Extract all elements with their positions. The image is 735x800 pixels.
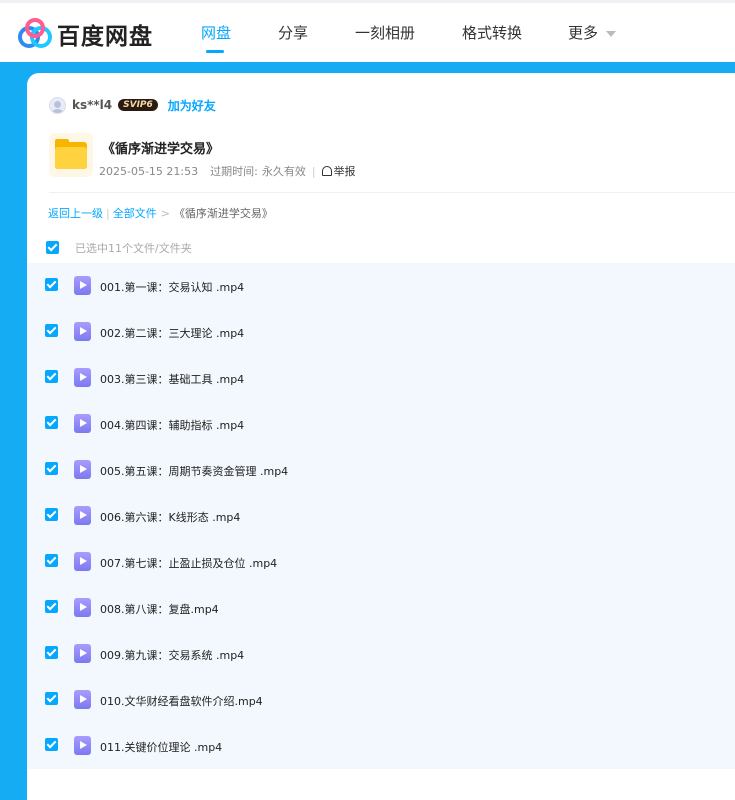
table-row[interactable]: 001.第一课：交易认知 .mp4 (27, 263, 735, 309)
file-name[interactable]: 006.第六课：K线形态 .mp4 (100, 509, 240, 525)
row-checkbox[interactable] (45, 462, 58, 475)
file-name[interactable]: 002.第二课：三大理论 .mp4 (100, 325, 244, 341)
table-row[interactable]: 011.关键价位理论 .mp4 (27, 723, 735, 769)
table-row[interactable]: 009.第九课：交易系统 .mp4 (27, 631, 735, 677)
row-checkbox[interactable] (45, 554, 58, 567)
share-title: 《循序渐进学交易》 (102, 142, 220, 157)
sharer-username[interactable]: ks**l4 (72, 98, 112, 112)
file-name[interactable]: 011.关键价位理论 .mp4 (100, 739, 222, 755)
row-checkbox[interactable] (45, 646, 58, 659)
table-row[interactable]: 008.第八课：复盘.mp4 (27, 585, 735, 631)
selection-count: 已选中11个文件/文件夹 (75, 242, 192, 255)
breadcrumb-back[interactable]: 返回上一级 (48, 207, 103, 220)
row-checkbox[interactable] (45, 324, 58, 337)
video-file-icon (74, 644, 91, 663)
row-checkbox[interactable] (45, 600, 58, 613)
file-name[interactable]: 007.第七课：止盈止损及仓位 .mp4 (100, 555, 277, 571)
logo-text: 百度网盘 (57, 24, 153, 50)
file-name[interactable]: 009.第九课：交易系统 .mp4 (100, 647, 244, 663)
avatar[interactable] (49, 96, 66, 114)
add-friend-link[interactable]: 加为好友 (168, 97, 216, 114)
baidu-netdisk-logo-icon (18, 18, 52, 48)
file-name[interactable]: 005.第五课：周期节奏资金管理 .mp4 (100, 463, 288, 479)
nav-tab-format-convert[interactable]: 格式转换 (462, 22, 522, 43)
row-checkbox[interactable] (45, 278, 58, 291)
video-file-icon (74, 276, 91, 295)
table-row[interactable]: 006.第六课：K线形态 .mp4 (27, 493, 735, 539)
active-tab-indicator (206, 50, 224, 53)
file-name[interactable]: 008.第八课：复盘.mp4 (100, 601, 219, 617)
divider (49, 192, 735, 193)
video-file-icon (74, 506, 91, 525)
row-checkbox[interactable] (45, 508, 58, 521)
video-file-icon (74, 690, 91, 709)
file-name[interactable]: 010.文华财经看盘软件介绍.mp4 (100, 693, 263, 709)
nav-more-label: 更多 (568, 24, 599, 42)
row-checkbox[interactable] (45, 692, 58, 705)
chevron-down-icon (606, 30, 617, 37)
meta-separator: | (311, 164, 316, 178)
folder-icon (49, 133, 93, 177)
report-button[interactable]: 举报 (321, 163, 356, 179)
baidu-netdisk-logo[interactable]: 百度网盘 (17, 17, 153, 51)
video-file-icon (74, 598, 91, 617)
breadcrumb-separator: | (106, 207, 110, 220)
video-file-icon (74, 460, 91, 479)
file-list: 001.第一课：交易认知 .mp4 002.第二课：三大理论 .mp4 003.… (27, 263, 735, 769)
share-card: ks**l4 SVIP6 加为好友 《循序渐进学交易》 2025-05-15 2… (27, 73, 735, 800)
video-file-icon (74, 552, 91, 571)
alarm-icon (321, 166, 332, 176)
table-row[interactable]: 010.文华财经看盘软件介绍.mp4 (27, 677, 735, 723)
video-file-icon (74, 414, 91, 433)
breadcrumb-current: 《循序渐进学交易》 (173, 207, 273, 220)
video-file-icon (74, 322, 91, 341)
nav-tab-netdisk[interactable]: 网盘 (201, 22, 231, 43)
share-meta: 2025-05-15 21:53 过期时间: 永久有效 | 举报 (99, 163, 356, 179)
vip-badge: SVIP6 (118, 99, 158, 111)
expire-value: 永久有效 (261, 165, 306, 178)
row-checkbox[interactable] (45, 738, 58, 751)
report-label: 举报 (333, 165, 356, 178)
file-name[interactable]: 004.第四课：辅助指标 .mp4 (100, 417, 244, 433)
nav-tab-more[interactable]: 更多 (568, 22, 617, 43)
expire-label: 过期时间: (210, 165, 258, 178)
select-all-checkbox[interactable] (46, 241, 59, 254)
file-name[interactable]: 001.第一课：交易认知 .mp4 (100, 279, 244, 295)
top-navigation-bar: 百度网盘 网盘 分享 一刻相册 格式转换 更多 (0, 0, 735, 62)
video-file-icon (74, 368, 91, 387)
row-checkbox[interactable] (45, 416, 58, 429)
sharer-info: ks**l4 SVIP6 加为好友 (49, 96, 216, 114)
table-row[interactable]: 002.第二课：三大理论 .mp4 (27, 309, 735, 355)
video-file-icon (74, 736, 91, 755)
share-date: 2025-05-15 21:53 (99, 164, 199, 178)
breadcrumb-arrow: > (160, 207, 170, 220)
file-name[interactable]: 003.第三课：基础工具 .mp4 (100, 371, 244, 387)
table-row[interactable]: 004.第四课：辅助指标 .mp4 (27, 401, 735, 447)
breadcrumb-all-files[interactable]: 全部文件 (113, 207, 157, 220)
nav-tab-album[interactable]: 一刻相册 (355, 22, 415, 43)
table-row[interactable]: 007.第七课：止盈止损及仓位 .mp4 (27, 539, 735, 585)
table-row[interactable]: 005.第五课：周期节奏资金管理 .mp4 (27, 447, 735, 493)
nav-tab-share[interactable]: 分享 (278, 22, 308, 43)
breadcrumb: 返回上一级 | 全部文件 > 《循序渐进学交易》 (48, 205, 273, 221)
table-row[interactable]: 003.第三课：基础工具 .mp4 (27, 355, 735, 401)
row-checkbox[interactable] (45, 370, 58, 383)
